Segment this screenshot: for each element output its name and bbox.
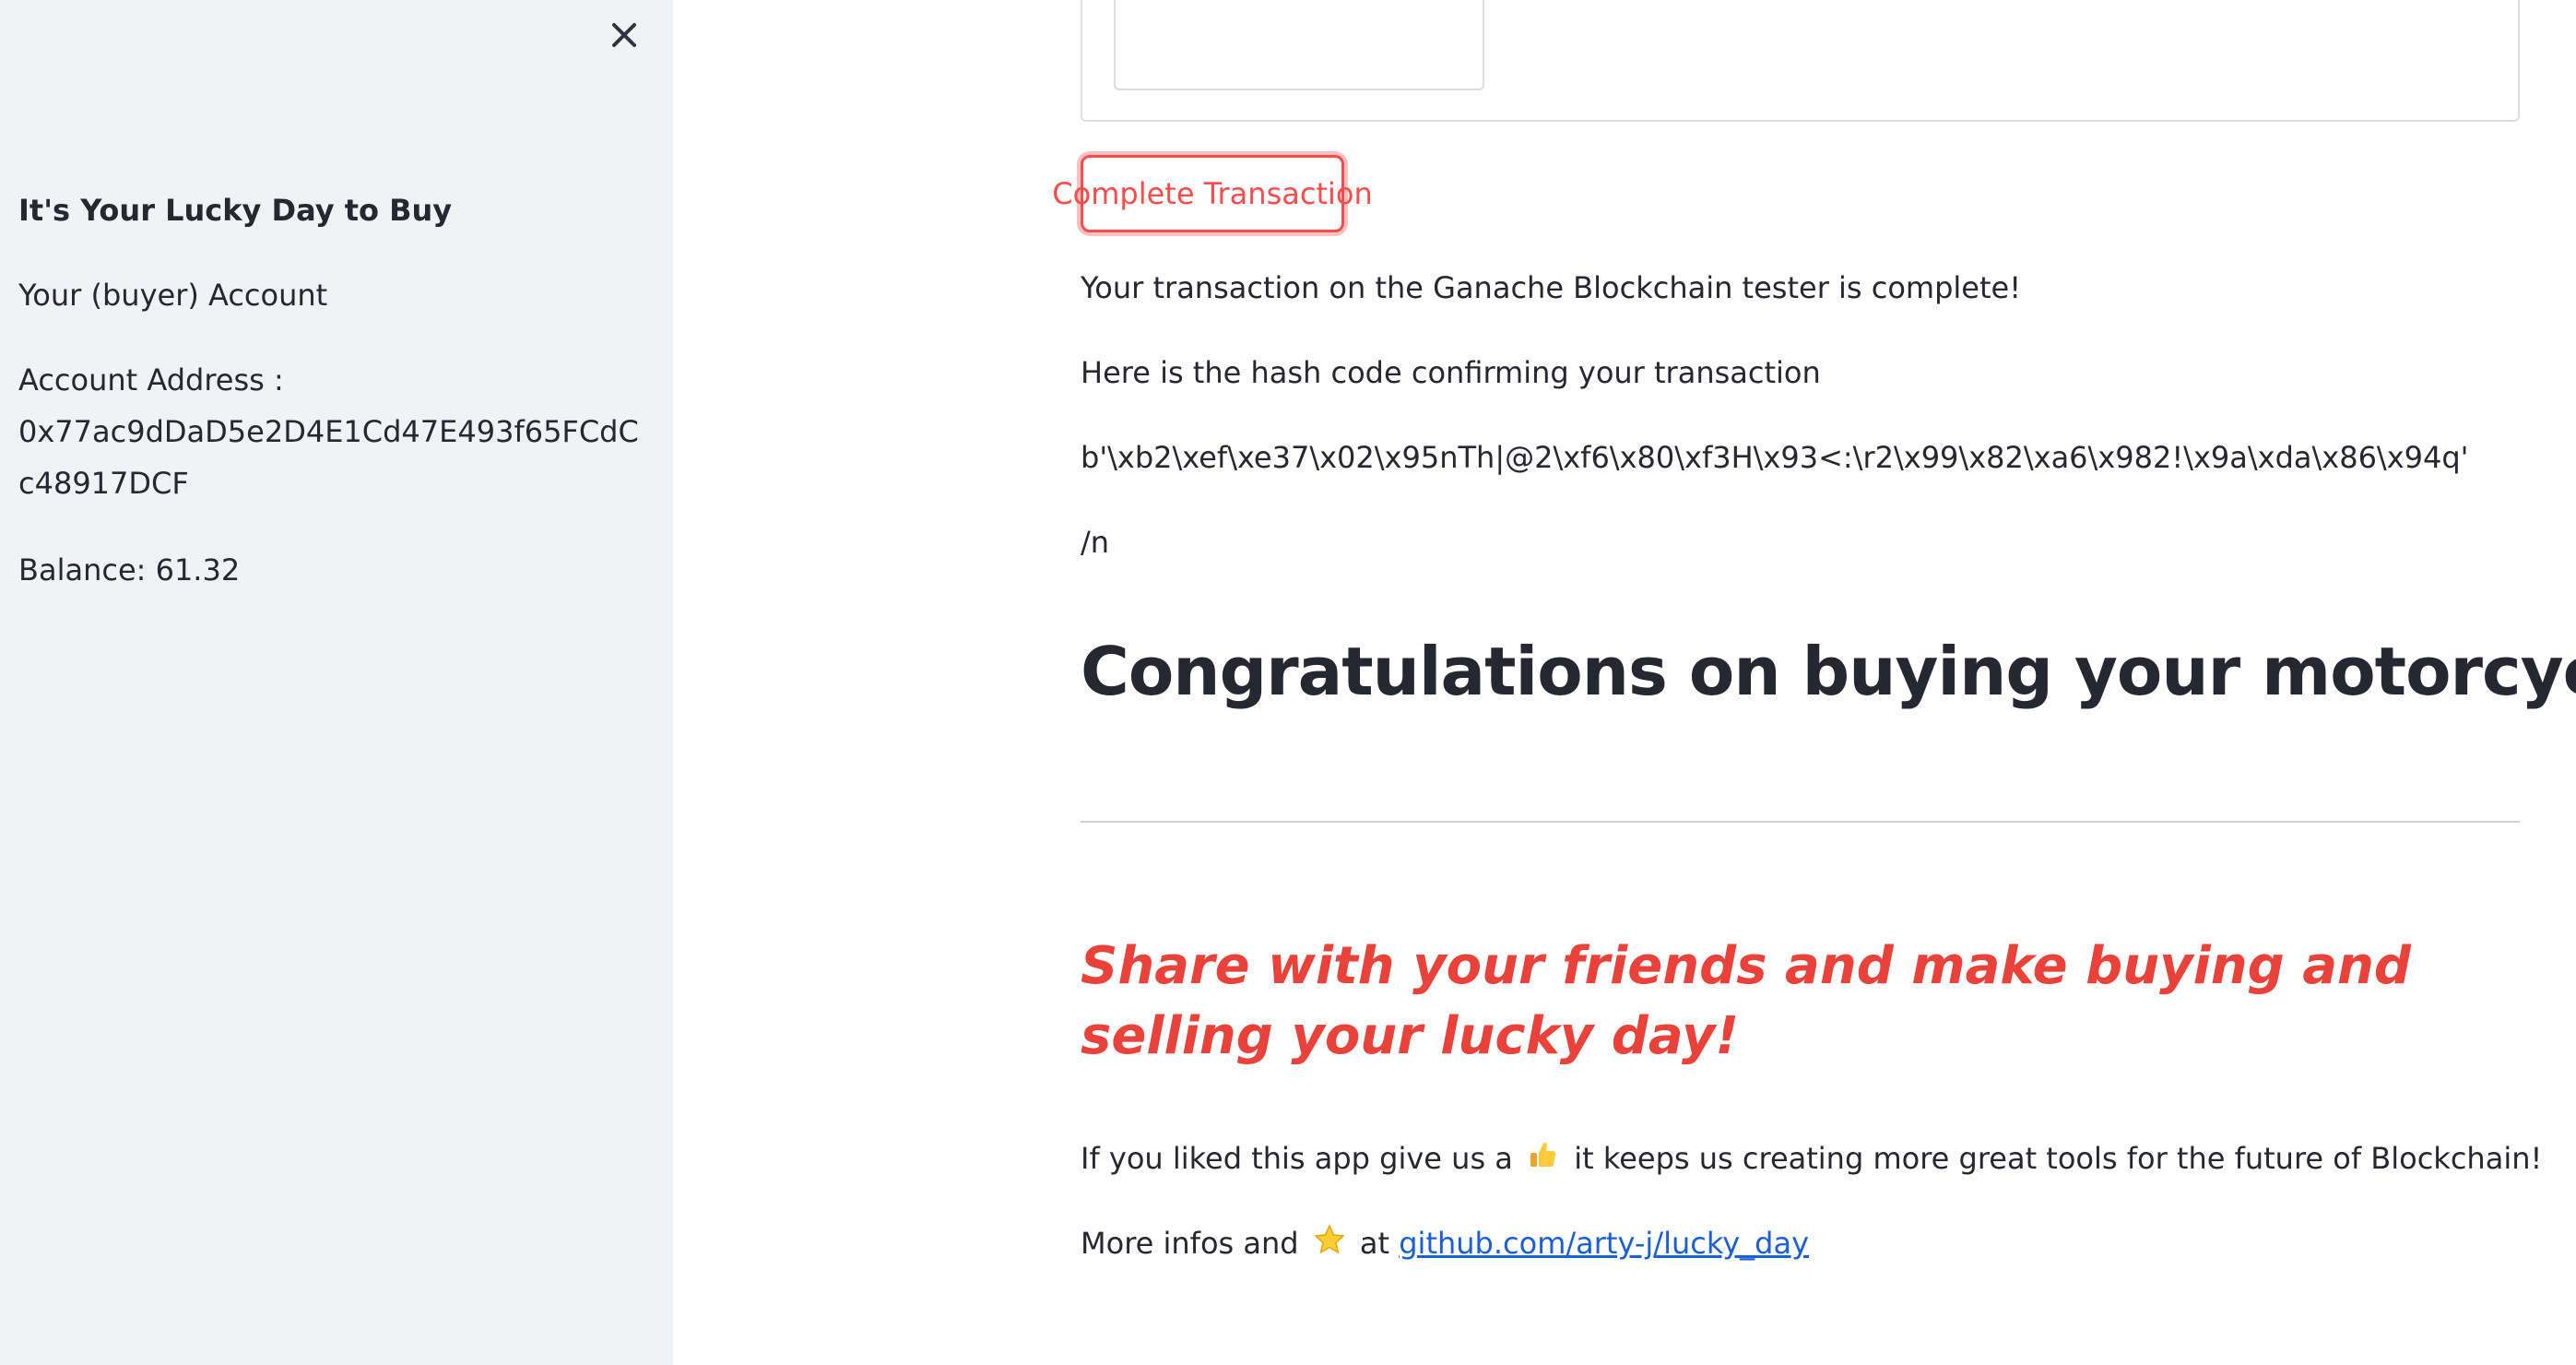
form-input-field[interactable] — [1114, 0, 1484, 90]
transaction-status-text: Your transaction on the Ganache Blockcha… — [1081, 270, 2022, 305]
infos-text-at: at — [1359, 1226, 1390, 1261]
thumbs-up-icon — [1528, 1134, 1559, 1186]
app: It's Your Lucky Day to Buy Your (buyer) … — [0, 0, 2576, 1365]
sidebar-title: It's Your Lucky Day to Buy — [18, 193, 453, 228]
like-text-after: it keeps us creating more great tools fo… — [1574, 1141, 2543, 1176]
infos-text-before: More infos and — [1081, 1226, 1299, 1261]
share-heading: Share with your friends and make buying … — [1081, 936, 2411, 1066]
like-text-before: If you liked this app give us a — [1081, 1141, 1513, 1176]
complete-transaction-button[interactable]: Complete Transaction — [1052, 155, 1373, 232]
congratulations-heading: Congratulations on buying your motorcycl… — [1081, 633, 2576, 710]
hash-code-text: b'\xb2\xef\xe37\x02\x95nTh|@2\xf6\x80\xf… — [1081, 440, 2469, 475]
like-app-text: If you liked this app give us a it keeps… — [1081, 1133, 2542, 1186]
account-balance: Balance: 61.32 — [18, 552, 241, 588]
form-container — [1081, 0, 2520, 122]
account-address-label: Account Address : — [18, 362, 284, 398]
buyer-account-label: Your (buyer) Account — [18, 278, 328, 313]
divider — [1081, 821, 2520, 823]
github-link[interactable]: github.com/arty-j/lucky_day — [1399, 1226, 1809, 1261]
close-icon — [612, 23, 636, 47]
hash-intro-text: Here is the hash code confirming your tr… — [1081, 355, 1821, 390]
main-content: Complete Transaction Your transaction on… — [673, 0, 2576, 1365]
newline-text: /n — [1081, 525, 1110, 560]
sidebar-close-button[interactable] — [606, 17, 643, 53]
more-infos-text: More infos and at github.com/arty-j/luck… — [1081, 1217, 1809, 1271]
sidebar: It's Your Lucky Day to Buy Your (buyer) … — [0, 0, 673, 1365]
account-address-value: 0x77ac9dDaD5e2D4E1Cd47E493f65FCdCc48917D… — [18, 414, 639, 501]
star-icon — [1314, 1219, 1345, 1271]
